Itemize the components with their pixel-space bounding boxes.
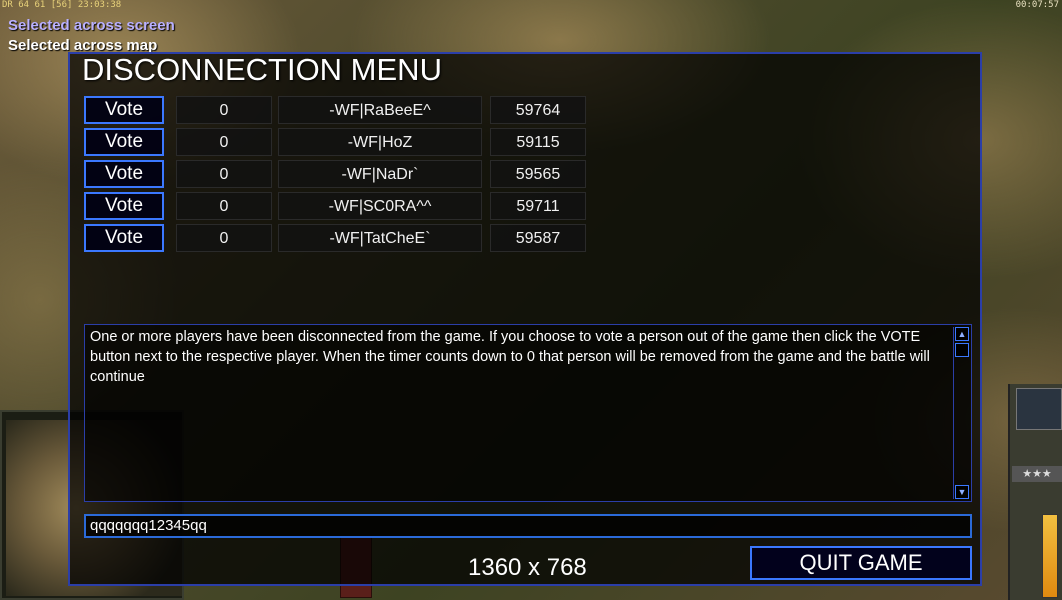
player-name: -WF|RaBeeE^ (278, 96, 482, 124)
scroll-thumb[interactable] (955, 343, 969, 357)
selection-message-screen: Selected across screen (8, 17, 175, 34)
player-name: -WF|SC0RA^^ (278, 192, 482, 220)
info-textbox[interactable]: One or more players have been disconnect… (84, 324, 972, 502)
vote-button[interactable]: Vote (84, 192, 164, 220)
vote-count: 0 (176, 224, 272, 252)
top-left-stats: DR 64 61 [56] 23:03:38 (2, 0, 122, 10)
vote-count: 0 (176, 160, 272, 188)
player-timer: 59565 (490, 160, 586, 188)
vote-count: 0 (176, 128, 272, 156)
player-name: -WF|TatCheE` (278, 224, 482, 252)
vote-button[interactable]: Vote (84, 128, 164, 156)
info-text: One or more players have been disconnect… (90, 329, 930, 385)
player-timer: 59711 (490, 192, 586, 220)
scroll-up-arrow-icon[interactable]: ▲ (955, 327, 969, 341)
right-side-panel: ★★★ (1008, 384, 1062, 600)
chat-input[interactable]: qqqqqqq12345qq (84, 514, 972, 538)
scroll-down-arrow-icon[interactable]: ▼ (955, 485, 969, 499)
info-scrollbar[interactable]: ▲ ▼ (953, 327, 970, 499)
power-meter (1042, 514, 1058, 598)
dialog-title: DISCONNECTION MENU (82, 52, 442, 87)
player-name: -WF|NaDr` (278, 160, 482, 188)
unit-portrait-icon[interactable] (1016, 388, 1062, 430)
vote-count: 0 (176, 192, 272, 220)
disconnection-dialog: DISCONNECTION MENU Vote 0 -WF|RaBeeE^ 59… (68, 52, 982, 586)
vote-count: 0 (176, 96, 272, 124)
vote-button[interactable]: Vote (84, 96, 164, 124)
vote-button[interactable]: Vote (84, 160, 164, 188)
player-name: -WF|HoZ (278, 128, 482, 156)
player-timer: 59764 (490, 96, 586, 124)
rank-stars: ★★★ (1012, 466, 1062, 482)
player-timer: 59115 (490, 128, 586, 156)
game-clock: 00:07:57 (1015, 0, 1059, 10)
quit-game-button[interactable]: QUIT GAME (750, 546, 972, 580)
player-timer: 59587 (490, 224, 586, 252)
resolution-label: 1360 x 768 (468, 554, 587, 581)
vote-button[interactable]: Vote (84, 224, 164, 252)
